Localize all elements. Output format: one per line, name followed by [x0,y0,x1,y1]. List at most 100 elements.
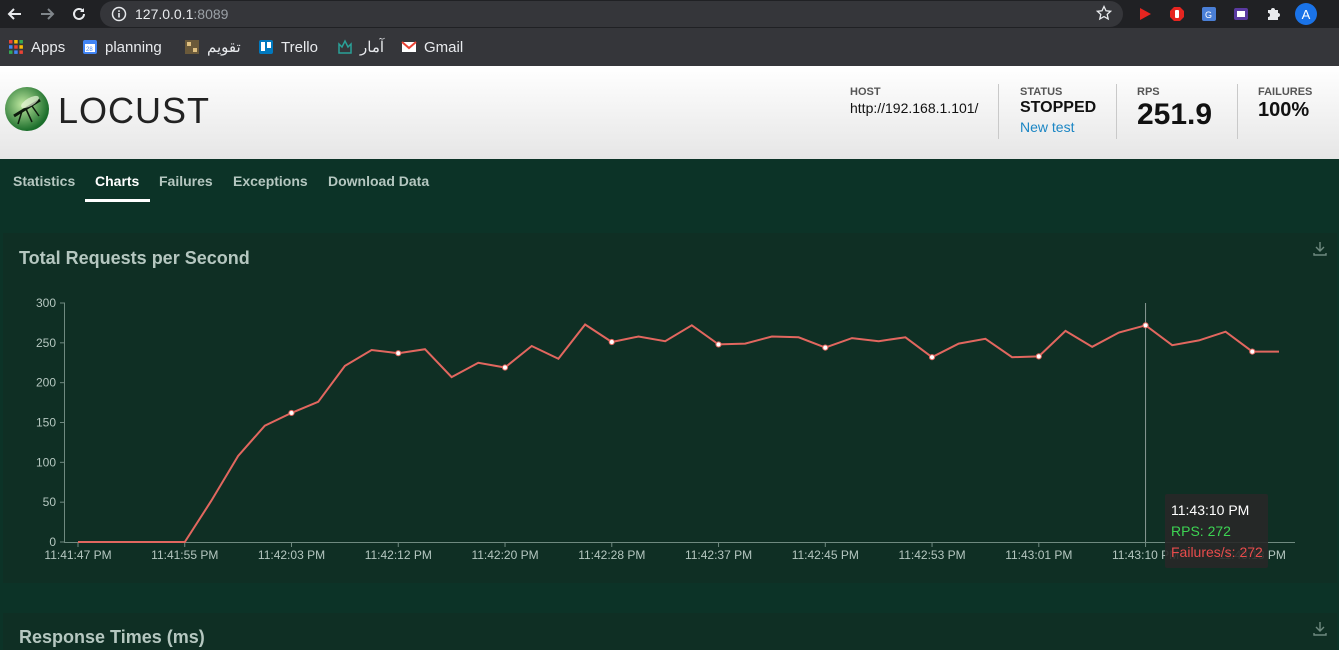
data-point [928,354,936,361]
chart-title: Response Times (ms) [19,627,205,647]
x-tick-label: 11:42:37 PM [685,548,752,562]
x-tick-label: 11:42:28 PM [578,548,645,562]
bookmark-calendar-persian[interactable]: تقویم [184,38,241,56]
bookmarks-bar: Apps 28 planning تقویم Trello آمار Gmail [0,28,1339,66]
tab-exceptions[interactable]: Exceptions [233,173,308,189]
url-text: 127.0.0.1:8089 [135,6,228,22]
url-host: 127.0.0.1 [135,6,194,22]
data-point [288,409,295,417]
apps-grid-icon [8,39,24,55]
trello-icon [258,39,274,55]
data-point [608,338,615,346]
download-icon[interactable] [1312,621,1328,637]
x-tick-label: 11:42:45 PM [792,548,859,562]
series-line-rps [78,323,1279,543]
reload-icon[interactable] [69,4,89,24]
address-bar[interactable]: 127.0.0.1:8089 [100,1,1123,27]
bookmark-label: Apps [31,38,66,56]
data-point [501,364,509,371]
divider [998,84,999,139]
bookmark-label: Gmail [424,38,464,56]
y-tick-label: 100 [36,455,56,469]
y-tick-label: 200 [36,376,56,390]
avatar-initial: A [1301,6,1311,22]
extension-adblock-icon[interactable] [1168,5,1186,23]
x-tick-label: 11:41:47 PM [44,548,111,562]
data-point [1249,348,1256,355]
gmail-icon [401,39,417,55]
calendar-icon: 28 [82,39,98,55]
tab-charts[interactable]: Charts [95,173,139,189]
bookmark-label: تقویم [207,39,241,56]
y-tick-label: 250 [36,336,56,350]
y-tick-label: 150 [36,416,56,430]
bookmark-label: planning [105,38,162,56]
failures-block: FAILURES 100% [1258,86,1312,122]
nav-tabs: Statistics Charts Failures Exceptions Do… [0,159,1339,203]
browser-toolbar: 127.0.0.1:8089 G A [0,0,1339,28]
locust-header: LOCUST HOST http://192.168.1.101/ STATUS… [0,66,1339,159]
y-tick-label: 50 [43,495,57,509]
extension-screen-icon[interactable] [1232,5,1250,23]
data-point [1035,353,1042,360]
y-tick-label: 300 [36,296,56,310]
host-block: HOST http://192.168.1.101/ [850,86,978,116]
chart-tooltip: 11:43:10 PM RPS: 272 Failures/s: 272 [1165,494,1268,568]
host-label: HOST [850,86,881,98]
x-tick-label: 11:42:03 PM [258,548,325,562]
data-point [715,341,722,348]
tab-download-data[interactable]: Download Data [328,173,429,189]
failures-value: 100% [1258,99,1310,121]
bookmark-star-icon[interactable] [1095,4,1113,26]
rps-label: RPS [1137,86,1160,98]
extension-translate-icon[interactable]: G [1200,5,1218,23]
x-tick-label: 11:42:12 PM [365,548,432,562]
chart-title: Total Requests per Second [19,248,250,268]
logo-text: LOCUST [58,90,211,131]
active-tab-indicator [85,199,150,202]
status-label: STATUS [1020,86,1063,98]
status-value: STOPPED [1020,99,1097,116]
info-icon[interactable] [111,6,127,27]
profile-avatar[interactable]: A [1295,3,1317,25]
response-times-panel: Response Times (ms) [3,613,1337,650]
tooltip-time: 11:43:10 PM [1171,502,1250,518]
locust-logo-icon [4,86,50,137]
x-tick-label: 11:43:01 PM [1005,548,1072,562]
bookmark-label: آمار [360,39,385,56]
bookmark-planning[interactable]: 28 planning [82,38,162,56]
back-arrow-icon[interactable] [5,4,25,24]
rps-line-chart[interactable]: 0 50 100 150 200 250 300 11:41:47 PM 11:41:55 PM… [0,290,1339,570]
divider [1116,84,1117,139]
data-point [1142,322,1149,329]
y-tick-label: 0 [49,535,56,549]
new-test-link[interactable]: New test [1020,119,1096,135]
bookmark-apps[interactable]: Apps [8,38,65,56]
extension-red-play-icon[interactable] [1136,5,1154,23]
x-tick-label: 11:41:55 PM [151,548,218,562]
bookmark-gmail[interactable]: Gmail [401,38,463,56]
bookmark-label: Trello [281,38,318,56]
status-block: STATUS STOPPED New test [1020,86,1096,135]
host-value: http://192.168.1.101/ [850,100,979,116]
x-tick-label: 11:42:53 PM [898,548,965,562]
failures-label: FAILURES [1258,86,1313,98]
rps-block: RPS 251.9 [1137,86,1212,132]
tooltip-rps: RPS: 272 [1171,523,1231,539]
download-icon[interactable] [1312,241,1328,257]
stats-icon [337,39,353,55]
calendar-persian-icon [184,39,200,55]
bookmark-trello[interactable]: Trello [258,38,318,56]
tab-failures[interactable]: Failures [159,173,213,189]
data-point [822,344,829,351]
extensions-puzzle-icon[interactable] [1264,5,1282,23]
bookmark-stats[interactable]: آمار [337,38,384,56]
locust-logo[interactable]: LOCUST [4,86,210,136]
svg-text:28: 28 [86,47,93,53]
rps-value: 251.9 [1137,98,1213,131]
data-point [395,350,402,357]
url-port: :8089 [193,6,229,22]
tab-statistics[interactable]: Statistics [13,173,75,189]
forward-arrow-icon[interactable] [37,4,57,24]
tooltip-failures: Failures/s: 272 [1171,544,1263,560]
